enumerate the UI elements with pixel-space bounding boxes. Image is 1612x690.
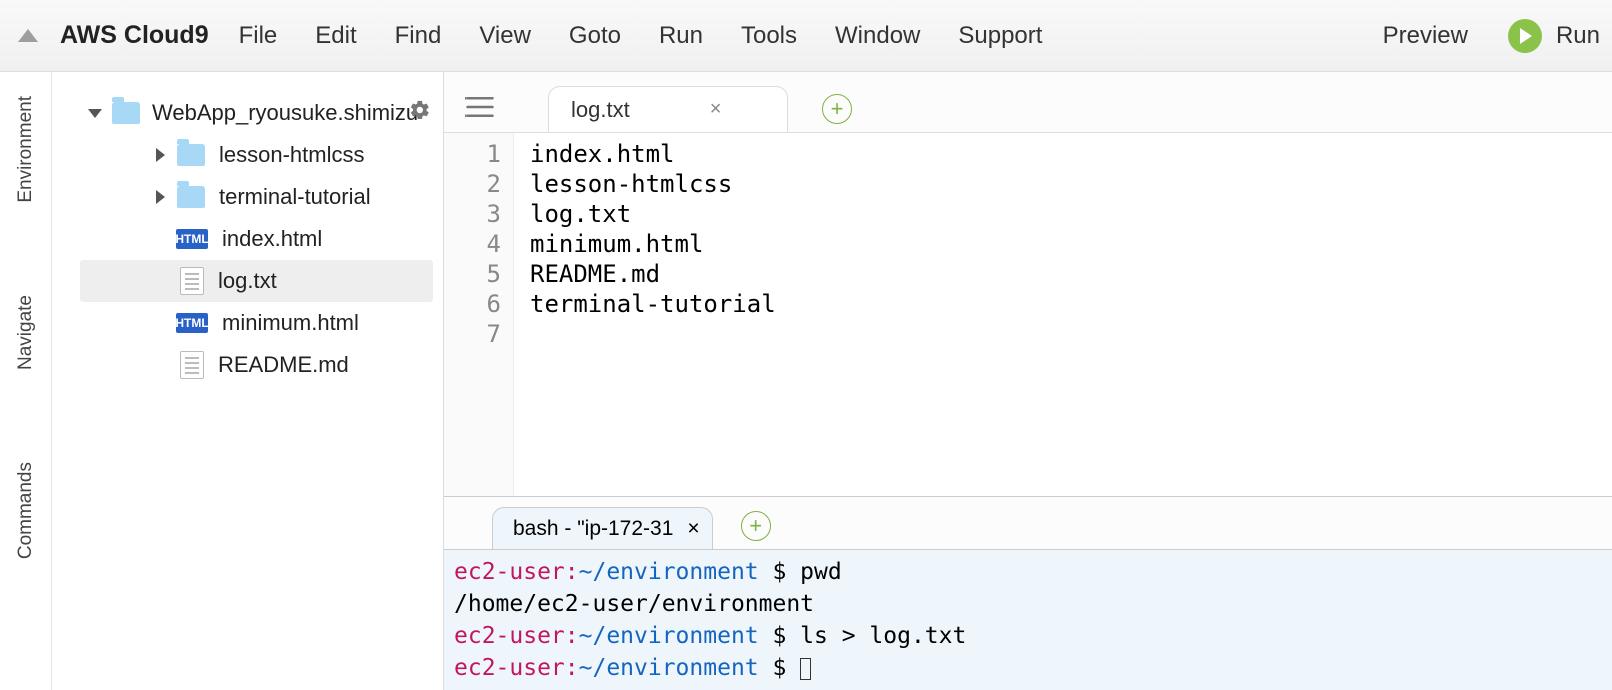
html-file-icon: HTML bbox=[176, 229, 208, 249]
outline-icon[interactable] bbox=[462, 92, 498, 122]
chevron-right-icon[interactable] bbox=[156, 190, 165, 204]
sidebar-tab-environment[interactable]: Environment bbox=[13, 90, 39, 209]
chevron-down-icon[interactable] bbox=[88, 109, 102, 118]
terminal-tab[interactable]: bash - "ip-172-31 × bbox=[492, 507, 713, 549]
menu-view[interactable]: View bbox=[479, 22, 531, 50]
tree-item-label: log.txt bbox=[218, 268, 277, 294]
preview-button[interactable]: Preview bbox=[1383, 22, 1468, 50]
play-icon bbox=[1508, 19, 1542, 53]
brand[interactable]: AWS Cloud9 bbox=[60, 21, 209, 50]
menu-window[interactable]: Window bbox=[835, 22, 920, 50]
folder-icon bbox=[112, 102, 140, 124]
terminal-tabbar: bash - "ip-172-31 × + bbox=[444, 497, 1612, 549]
html-file-icon: HTML bbox=[176, 313, 208, 333]
tree-item[interactable]: lesson-htmlcss bbox=[80, 134, 433, 176]
sidebar-tab-commands[interactable]: Commands bbox=[13, 456, 39, 565]
collapse-menu-icon[interactable] bbox=[18, 29, 38, 42]
menu-file[interactable]: File bbox=[239, 22, 278, 50]
menu-edit[interactable]: Edit bbox=[315, 22, 356, 50]
sidebar-tab-navigate[interactable]: Navigate bbox=[13, 289, 39, 376]
terminal-body[interactable]: ec2-user:~/environment $ pwd/home/ec2-us… bbox=[444, 549, 1612, 690]
run-button[interactable]: Run bbox=[1508, 19, 1600, 53]
editor-tabbar: log.txt × + bbox=[444, 72, 1612, 132]
menu-items: File Edit Find View Goto Run Tools Windo… bbox=[239, 22, 1043, 50]
editor-area: log.txt × + 1234567 index.htmllesson-htm… bbox=[444, 72, 1612, 690]
run-button-label: Run bbox=[1556, 22, 1600, 50]
tree-root-label: WebApp_ryousuke.shimizu bbox=[152, 100, 418, 126]
gear-icon[interactable] bbox=[409, 99, 431, 127]
tree-item-label: README.md bbox=[218, 352, 349, 378]
menu-find[interactable]: Find bbox=[395, 22, 442, 50]
editor-tab-label: log.txt bbox=[571, 97, 630, 123]
tree-item[interactable]: README.md bbox=[80, 344, 433, 386]
tree-item-label: minimum.html bbox=[222, 310, 359, 336]
menu-tools[interactable]: Tools bbox=[741, 22, 797, 50]
terminal-panel: bash - "ip-172-31 × + ec2-user:~/environ… bbox=[444, 496, 1612, 690]
terminal-tab-label: bash - "ip-172-31 bbox=[513, 517, 673, 541]
close-icon[interactable]: × bbox=[687, 517, 699, 541]
menubar: AWS Cloud9 File Edit Find View Goto Run … bbox=[0, 0, 1612, 72]
folder-icon bbox=[177, 186, 205, 208]
tree-item[interactable]: log.txt bbox=[80, 260, 433, 302]
tree-item-label: index.html bbox=[222, 226, 322, 252]
tree-root[interactable]: WebApp_ryousuke.shimizu bbox=[52, 92, 443, 134]
add-tab-button[interactable]: + bbox=[822, 94, 852, 124]
tree-item-label: terminal-tutorial bbox=[219, 184, 371, 210]
tree-item[interactable]: terminal-tutorial bbox=[80, 176, 433, 218]
chevron-right-icon[interactable] bbox=[156, 148, 165, 162]
side-rail: Environment Navigate Commands bbox=[0, 72, 52, 690]
text-file-icon bbox=[180, 351, 204, 379]
tree-item[interactable]: HTML minimum.html bbox=[80, 302, 433, 344]
menu-support[interactable]: Support bbox=[958, 22, 1042, 50]
editor-gutter: 1234567 bbox=[444, 133, 514, 496]
editor-tab[interactable]: log.txt × bbox=[548, 86, 788, 132]
folder-icon bbox=[177, 144, 205, 166]
tree-item[interactable]: HTML index.html bbox=[80, 218, 433, 260]
editor-code[interactable]: index.htmllesson-htmlcsslog.txtminimum.h… bbox=[514, 133, 1612, 496]
code-editor[interactable]: 1234567 index.htmllesson-htmlcsslog.txtm… bbox=[444, 132, 1612, 496]
menu-goto[interactable]: Goto bbox=[569, 22, 621, 50]
tree-item-label: lesson-htmlcss bbox=[219, 142, 364, 168]
file-tree-panel: WebApp_ryousuke.shimizu lesson-htmlcss te… bbox=[52, 72, 444, 690]
close-icon[interactable]: × bbox=[710, 98, 722, 121]
add-terminal-tab-button[interactable]: + bbox=[741, 511, 771, 541]
text-file-icon bbox=[180, 267, 204, 295]
menu-run[interactable]: Run bbox=[659, 22, 703, 50]
